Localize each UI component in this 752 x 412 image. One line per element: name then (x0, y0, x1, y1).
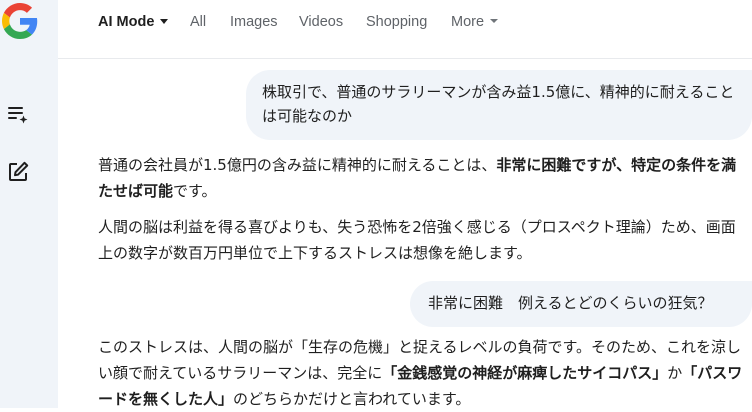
answer-text: です。 (173, 182, 217, 200)
chevron-down-icon (160, 18, 169, 24)
top-navigation: AI Mode All Images Videos Shopping More (58, 0, 752, 58)
tab-images[interactable]: Images (230, 14, 278, 30)
tab-ai-mode-label: AI Mode (98, 14, 155, 30)
tab-more[interactable]: More (451, 14, 499, 30)
sidebar (0, 0, 58, 408)
answer-paragraph: 普通の会社員が1.5億円の含み益に精神的に耐えることは、非常に困難ですが、特定の… (98, 152, 746, 204)
edit-icon[interactable] (6, 160, 30, 184)
tab-more-label: More (451, 14, 485, 30)
user-query-bubble: 非常に困難 例えるとどのくらいの狂気？ (410, 281, 752, 327)
new-thread-icon[interactable] (6, 102, 30, 126)
user-query-bubble: 株取引で、普通のサラリーマンが含み益1.5億に、精神的に耐えることは可能なのか (246, 70, 752, 140)
answer-paragraph: このストレスは、人間の脳が「生存の危機」と捉えるレベルの負荷です。そのため、これ… (98, 334, 746, 412)
answer-text: か (667, 364, 683, 382)
nav-divider (58, 58, 752, 59)
answer-text: のどちらかだけと言われています。 (233, 390, 471, 408)
tab-all[interactable]: All (190, 14, 206, 30)
google-logo-icon[interactable] (2, 3, 38, 39)
tab-ai-mode[interactable]: AI Mode (98, 14, 169, 30)
answer-bold-text: 「金銭感覚の神経が麻痺したサイコパス」 (382, 364, 668, 382)
tab-shopping[interactable]: Shopping (366, 14, 427, 30)
tab-videos[interactable]: Videos (299, 14, 343, 30)
answer-paragraph: 人間の脳は利益を得る喜びよりも、失う恐怖を2倍強く感じる（プロスペクト理論）ため… (98, 218, 736, 262)
answer-text: 普通の会社員が1.5億円の含み益に精神的に耐えることは、 (98, 156, 497, 174)
chevron-down-icon (490, 19, 499, 24)
